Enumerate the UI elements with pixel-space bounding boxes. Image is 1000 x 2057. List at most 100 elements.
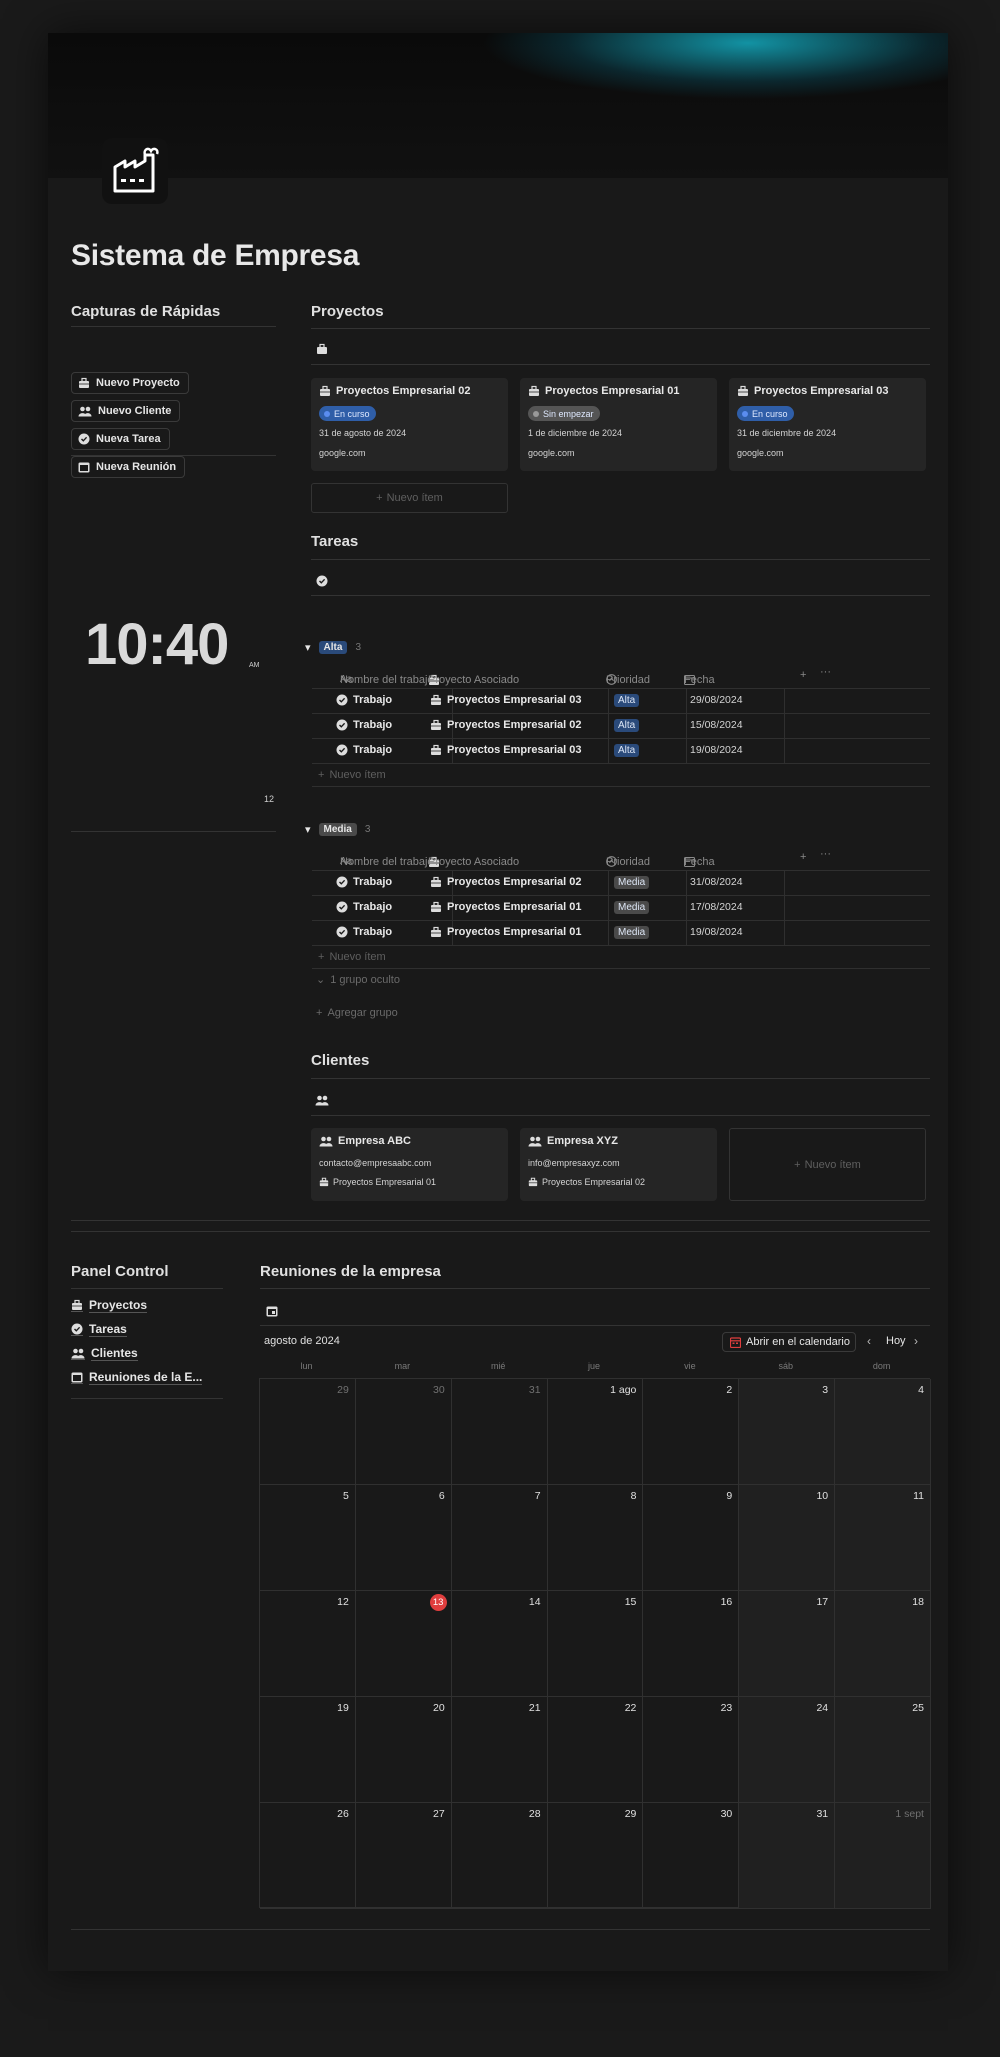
hidden-group-toggle[interactable]: ⌄ 1 grupo oculto (316, 973, 400, 987)
triangle-down-icon[interactable]: ▾ (305, 823, 311, 836)
calendar-day-cell[interactable]: 3 (739, 1379, 836, 1485)
calendar-day-cell[interactable]: 11 (835, 1485, 931, 1591)
task-project-cell[interactable]: Proyectos Empresarial 02 (430, 719, 582, 731)
task-date[interactable]: 19/08/2024 (690, 744, 743, 756)
task-project-cell[interactable]: Proyectos Empresarial 02 (430, 876, 582, 888)
panel-link[interactable]: Clientes (71, 1346, 138, 1361)
open-calendar-button[interactable]: Abrir en el calendario (722, 1332, 856, 1352)
task-date[interactable]: 29/08/2024 (690, 694, 743, 706)
add-column-icon[interactable]: + (800, 669, 806, 681)
task-priority-cell[interactable]: Media (614, 876, 650, 889)
briefcase-icon[interactable] (316, 343, 328, 355)
calendar-day-cell[interactable]: 30 (355, 1379, 452, 1485)
task-name-cell[interactable]: Trabajo (336, 694, 392, 706)
task-date[interactable]: 17/08/2024 (690, 901, 743, 913)
quick-button[interactable]: Nuevo Cliente (71, 400, 181, 422)
panel-link[interactable]: Proyectos (71, 1298, 148, 1313)
calendar-day-cell[interactable]: 15 (547, 1591, 644, 1697)
calendar-day-cell[interactable]: 7 (451, 1485, 548, 1591)
more-options-icon[interactable]: ··· (820, 848, 831, 860)
calendar-day-cell[interactable]: 4 (835, 1379, 931, 1485)
task-project-cell[interactable]: Proyectos Empresarial 03 (430, 744, 582, 756)
calendar-day-cell[interactable]: 25 (835, 1697, 931, 1803)
task-group-header[interactable]: ▾ Alta 3 (305, 641, 361, 654)
task-name-cell[interactable]: Trabajo (336, 719, 392, 731)
quick-button[interactable]: Nueva Tarea (71, 428, 170, 450)
calendar-day-cell[interactable]: 21 (451, 1697, 548, 1803)
client-project[interactable]: Proyectos Empresarial 01 (319, 1177, 436, 1187)
calendar-day-cell[interactable]: 8 (547, 1485, 644, 1591)
more-options-icon[interactable]: ··· (820, 666, 831, 678)
calendar-day-cell[interactable]: 9 (643, 1485, 740, 1591)
task-name-cell[interactable]: Trabajo (336, 901, 392, 913)
client-card[interactable]: Empresa ABC contacto@empresaabc.com Proyec… (311, 1128, 508, 1201)
calendar-day-cell[interactable]: 2 (643, 1379, 740, 1485)
projects-heading[interactable]: Proyectos (311, 303, 384, 320)
table-row[interactable]: Trabajo Proyectos Empresarial 02 Alta 15/08… (312, 713, 930, 739)
calendar-day-cell[interactable]: 5 (260, 1485, 356, 1591)
project-card[interactable]: Proyectos Empresarial 02 En curso 31 de ag… (311, 378, 508, 471)
panel-link[interactable]: Reuniones de la E... (71, 1370, 203, 1385)
calendar-day-cell[interactable]: 29 (260, 1379, 356, 1485)
table-row[interactable]: Trabajo Proyectos Empresarial 02 Media 31/0… (312, 870, 930, 896)
quick-button[interactable]: Nueva Reunión (71, 456, 186, 478)
calendar-day-cell[interactable]: 26 (260, 1803, 356, 1909)
task-priority-cell[interactable]: Alta (614, 694, 640, 707)
panel-link[interactable]: Tareas (71, 1322, 127, 1337)
calendar-icon[interactable] (266, 1305, 278, 1317)
project-card[interactable]: Proyectos Empresarial 01 Sin empezar 1 de … (520, 378, 717, 471)
task-priority-cell[interactable]: Alta (614, 719, 640, 732)
calendar-day-cell[interactable]: 17 (739, 1591, 836, 1697)
calendar-day-cell[interactable]: 24 (739, 1697, 836, 1803)
add-group-button[interactable]: + Agregar grupo (316, 1007, 398, 1019)
people-icon[interactable] (315, 1095, 329, 1106)
calendar-day-cell[interactable]: 19 (260, 1697, 356, 1803)
tasks-new-item[interactable]: + Nuevo ítem (312, 945, 930, 969)
project-link[interactable]: google.com (737, 448, 784, 458)
add-column-icon[interactable]: + (800, 851, 806, 863)
calendar-day-cell[interactable]: 10 (739, 1485, 836, 1591)
task-group-header[interactable]: ▾ Media 3 (305, 823, 370, 836)
triangle-down-icon[interactable]: ▾ (305, 641, 311, 654)
client-project[interactable]: Proyectos Empresarial 02 (528, 1177, 645, 1187)
table-row[interactable]: Trabajo Proyectos Empresarial 03 Alta 19/08… (312, 738, 930, 764)
task-project-cell[interactable]: Proyectos Empresarial 01 (430, 926, 582, 938)
task-project-cell[interactable]: Proyectos Empresarial 03 (430, 694, 582, 706)
task-priority-cell[interactable]: Media (614, 901, 650, 914)
calendar-day-cell[interactable]: 1 sept (835, 1803, 931, 1909)
calendar-day-cell[interactable]: 18 (835, 1591, 931, 1697)
tasks-new-item[interactable]: + Nuevo ítem (312, 763, 930, 787)
task-project-cell[interactable]: Proyectos Empresarial 01 (430, 901, 582, 913)
task-priority-cell[interactable]: Alta (614, 744, 640, 757)
calendar-day-cell[interactable]: 30 (643, 1803, 740, 1909)
project-card[interactable]: Proyectos Empresarial 03 En curso 31 de di… (729, 378, 926, 471)
client-email[interactable]: info@empresaxyz.com (528, 1158, 620, 1168)
prev-month-icon[interactable]: ‹ (867, 1334, 871, 1348)
task-priority-cell[interactable]: Media (614, 926, 650, 939)
calendar-day-cell[interactable]: 31 (451, 1379, 548, 1485)
calendar-day-cell[interactable]: 23 (643, 1697, 740, 1803)
tasks-heading[interactable]: Tareas (311, 533, 358, 550)
table-row[interactable]: Trabajo Proyectos Empresarial 01 Media 17/0… (312, 895, 930, 921)
clients-new-item[interactable]: + Nuevo ítem (729, 1128, 926, 1201)
calendar-day-cell[interactable]: 20 (355, 1697, 452, 1803)
meetings-heading[interactable]: Reuniones de la empresa (260, 1263, 441, 1280)
task-date[interactable]: 15/08/2024 (690, 719, 743, 731)
task-date[interactable]: 31/08/2024 (690, 876, 743, 888)
calendar-day-cell[interactable]: 1 ago (547, 1379, 644, 1485)
factory-icon[interactable] (102, 138, 168, 204)
calendar-day-cell[interactable]: 16 (643, 1591, 740, 1697)
calendar-day-cell[interactable]: 31 (739, 1803, 836, 1909)
calendar-day-cell[interactable]: 22 (547, 1697, 644, 1803)
calendar-day-cell[interactable]: 29 (547, 1803, 644, 1909)
task-name-cell[interactable]: Trabajo (336, 744, 392, 756)
next-month-icon[interactable]: › (914, 1334, 918, 1348)
calendar-day-cell[interactable]: 27 (355, 1803, 452, 1909)
calendar-day-cell[interactable]: 13 (355, 1591, 452, 1697)
client-email[interactable]: contacto@empresaabc.com (319, 1158, 431, 1168)
check-circle-icon[interactable] (316, 575, 328, 587)
task-date[interactable]: 19/08/2024 (690, 926, 743, 938)
projects-new-item[interactable]: + Nuevo ítem (311, 483, 508, 513)
project-link[interactable]: google.com (528, 448, 575, 458)
project-link[interactable]: google.com (319, 448, 366, 458)
